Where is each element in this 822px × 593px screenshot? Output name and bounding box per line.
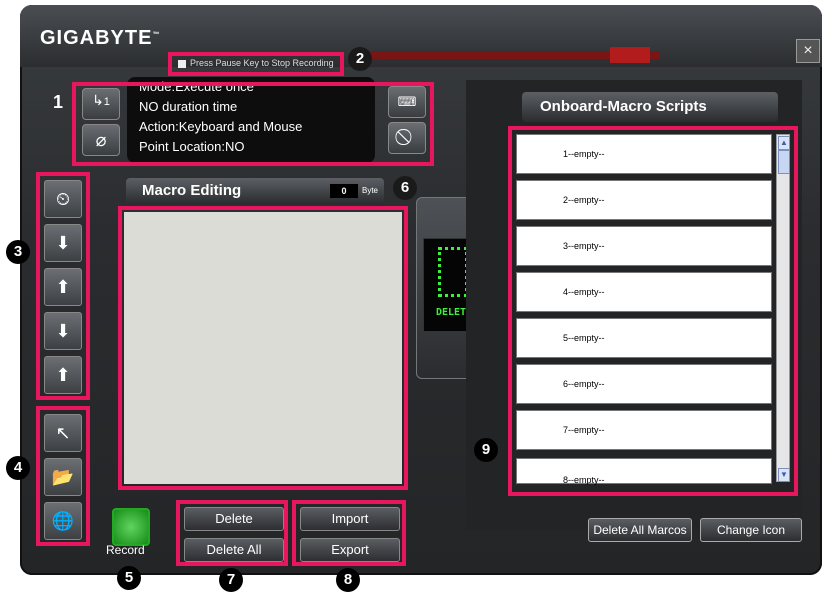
callout-5: 5	[117, 566, 141, 590]
trash-icon	[438, 247, 468, 297]
highlight-frame-2	[168, 52, 344, 76]
onboard-scripts-header: Onboard-Macro Scripts	[522, 92, 778, 122]
change-icon-button[interactable]: Change Icon	[700, 518, 802, 542]
decorative-trim-accent	[610, 47, 650, 63]
callout-1: 1	[52, 92, 63, 112]
macro-editing-title: Macro Editing	[142, 182, 242, 199]
highlight-frame-6	[118, 206, 408, 490]
close-button[interactable]: ×	[796, 39, 820, 63]
delete-all-macros-button[interactable]: Delete All Marcos	[588, 518, 692, 542]
record-button[interactable]	[112, 508, 150, 546]
callout-3: 3	[6, 240, 30, 264]
byte-unit: Byte	[362, 186, 379, 195]
title-bar: GIGABYTE™ ×	[20, 5, 822, 67]
callout-2: 2	[348, 47, 372, 71]
highlight-frame-4	[36, 406, 90, 546]
highlight-frame-9	[508, 126, 798, 496]
record-label: Record	[106, 543, 145, 557]
highlight-frame-3	[36, 172, 90, 400]
onboard-title: Onboard-Macro Scripts	[540, 98, 707, 115]
gigabyte-logo: GIGABYTE™	[40, 27, 161, 49]
callout-4: 4	[6, 456, 30, 480]
callout-6: 6	[393, 176, 417, 200]
macro-editing-header: Macro Editing 0 Byte	[126, 178, 384, 204]
byte-count: 0	[330, 184, 358, 198]
highlight-frame-1	[72, 82, 434, 166]
highlight-frame-7	[176, 500, 288, 566]
callout-9: 9	[474, 438, 498, 462]
highlight-frame-8	[292, 500, 406, 566]
callout-8: 8	[336, 568, 360, 592]
callout-7: 7	[219, 568, 243, 592]
